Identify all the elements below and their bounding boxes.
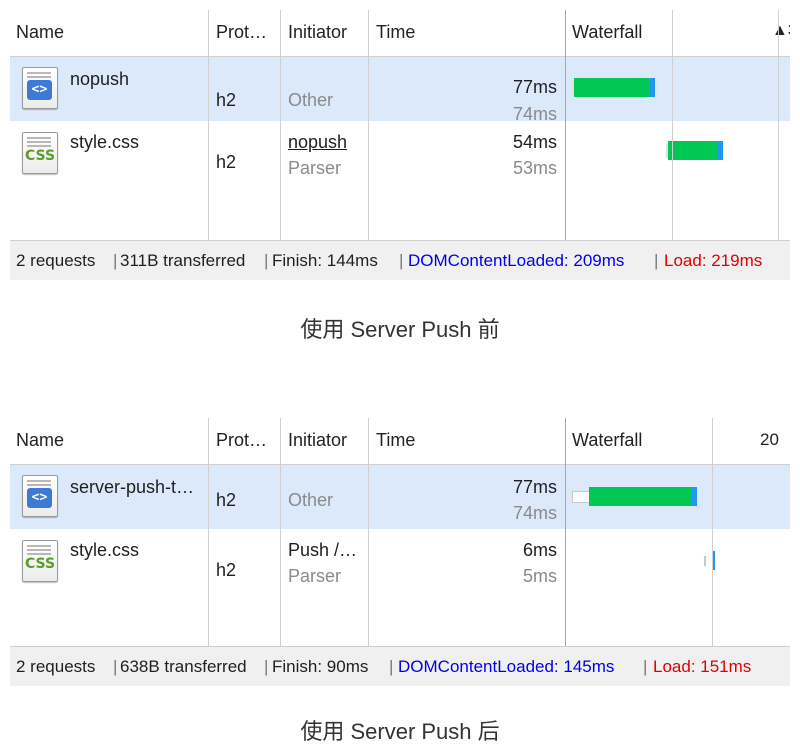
request-initiator-type: Parser xyxy=(288,566,342,586)
html-document-icon: <> xyxy=(22,67,58,109)
load-time: Load: 219ms xyxy=(664,251,763,270)
dom-content-loaded: DOMContentLoaded: 145ms xyxy=(398,657,615,676)
request-protocol: h2 xyxy=(216,490,237,510)
request-initiator-link[interactable]: nopush xyxy=(288,132,347,153)
status-bar: 2 requests | 638B transferred | Finish: … xyxy=(10,646,790,686)
finish-time: Finish: 90ms xyxy=(272,657,369,676)
request-name[interactable]: server-push-t… xyxy=(70,477,194,498)
table-row[interactable]: <> nopush h2 Other 77ms 74ms xyxy=(10,57,790,124)
network-panel-after: Name Prot… Initiator Time Waterfall 20 <… xyxy=(10,418,790,686)
column-header-time[interactable]: Time xyxy=(376,430,415,451)
waterfall-queue-segment xyxy=(572,491,590,503)
request-time: 77ms xyxy=(512,477,557,497)
caption-after: 使用 Server Push 后 xyxy=(300,719,500,744)
timeline-scale-label: 20 xyxy=(760,430,779,449)
request-latency: 74ms xyxy=(512,503,557,523)
waterfall-wait-bar xyxy=(574,78,650,97)
column-header-initiator[interactable]: Initiator xyxy=(288,430,347,451)
column-header-protocol[interactable]: Prot… xyxy=(216,22,267,43)
waterfall-queue-segment xyxy=(704,556,706,566)
request-time: 54ms xyxy=(512,132,557,152)
request-name[interactable]: nopush xyxy=(70,69,129,90)
waterfall-wait-bar xyxy=(589,487,691,506)
css-file-icon: CSS xyxy=(22,540,58,582)
column-header-protocol[interactable]: Prot… xyxy=(216,430,267,451)
waterfall-download-bar xyxy=(718,141,723,160)
finish-time: Finish: 144ms xyxy=(272,251,378,270)
waterfall-download-bar xyxy=(650,78,655,97)
waterfall-download-bar xyxy=(691,487,697,506)
load-time: Load: 151ms xyxy=(653,657,752,676)
table-row[interactable]: CSS style.css h2 Push /… Parser 6ms 5ms xyxy=(10,530,790,650)
column-header-name[interactable]: Name xyxy=(16,430,64,451)
request-count: 2 requests xyxy=(16,657,96,676)
request-latency: 5ms xyxy=(522,566,557,586)
column-header-time[interactable]: Time xyxy=(376,22,415,43)
column-header-waterfall[interactable]: Waterfall xyxy=(572,430,642,451)
column-header-waterfall[interactable]: Waterfall xyxy=(572,22,642,43)
request-count: 2 requests xyxy=(16,251,96,270)
table-header: Name Prot… Initiator Time Waterfall ▲3 xyxy=(10,10,790,57)
table-header: Name Prot… Initiator Time Waterfall 20 xyxy=(10,418,790,465)
status-bar: 2 requests | 311B transferred | Finish: … xyxy=(10,240,790,280)
table-row[interactable]: <> server-push-t… h2 Other 77ms 74ms xyxy=(10,465,790,529)
request-protocol: h2 xyxy=(216,152,237,172)
request-time: 77ms xyxy=(512,77,557,97)
waterfall-wait-bar xyxy=(668,141,718,160)
network-panel-before: Name Prot… Initiator Time Waterfall ▲3 <… xyxy=(10,10,790,280)
column-header-name[interactable]: Name xyxy=(16,22,64,43)
column-header-initiator[interactable]: Initiator xyxy=(288,22,347,43)
css-file-icon: CSS xyxy=(22,132,58,174)
table-row[interactable]: CSS style.css h2 nopush Parser 54ms 53ms xyxy=(10,122,790,242)
request-initiator: Other xyxy=(288,90,334,110)
request-name[interactable]: style.css xyxy=(70,132,139,153)
transferred-size: 638B transferred xyxy=(120,657,247,676)
request-initiator: Other xyxy=(288,490,334,510)
request-latency: 53ms xyxy=(512,158,557,178)
request-initiator-type: Parser xyxy=(288,158,342,178)
request-protocol: h2 xyxy=(216,560,237,580)
sort-indicator[interactable]: ▲3 xyxy=(772,22,790,40)
transferred-size: 311B transferred xyxy=(120,251,246,270)
request-protocol: h2 xyxy=(216,90,237,110)
html-document-icon: <> xyxy=(22,475,58,517)
caption-before: 使用 Server Push 前 xyxy=(300,317,500,342)
request-initiator[interactable]: Push /… xyxy=(288,540,357,561)
dom-content-loaded: DOMContentLoaded: 209ms xyxy=(408,251,625,270)
request-name[interactable]: style.css xyxy=(70,540,139,561)
request-time: 6ms xyxy=(522,540,557,560)
